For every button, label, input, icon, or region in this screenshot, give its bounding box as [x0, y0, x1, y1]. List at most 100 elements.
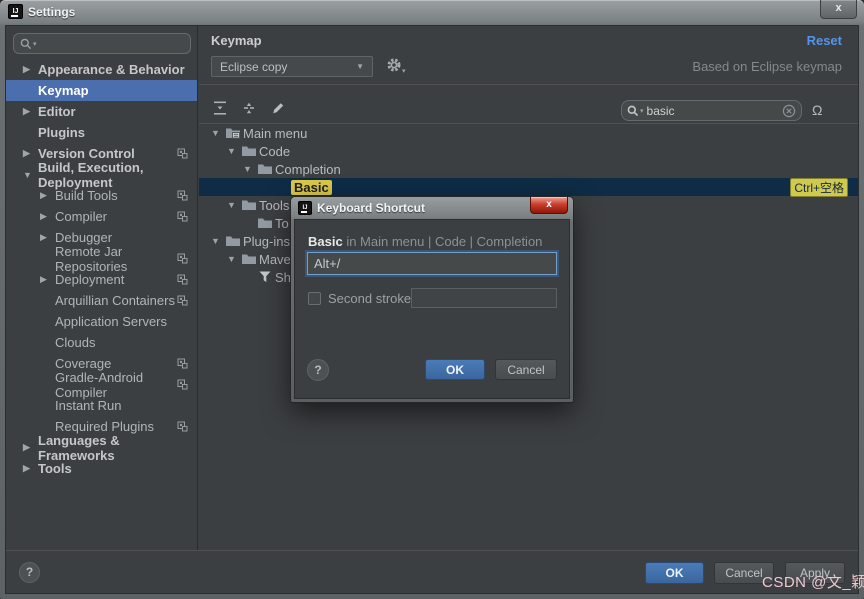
ok-button[interactable]: OK [645, 562, 704, 584]
main-menu-folder-icon [225, 126, 243, 140]
chevron-right-icon[interactable]: ▶ [40, 190, 55, 201]
intellij-logo-icon: IJ [8, 4, 23, 19]
chevron-down-icon[interactable]: ▼ [227, 254, 241, 264]
search-icon [627, 105, 639, 116]
scheme-actions-button[interactable]: ▾ [386, 57, 406, 77]
sidebar-item-application-servers[interactable]: Application Servers [6, 311, 197, 332]
keymap-scheme-select[interactable]: Eclipse copy ▼ [211, 56, 373, 77]
chevron-right-icon[interactable]: ▶ [40, 274, 55, 285]
sidebar-item-label: Deployment [55, 272, 125, 287]
chevron-right-icon[interactable]: ▶ [40, 211, 55, 222]
help-button[interactable]: ? [19, 562, 40, 583]
first-stroke-field[interactable] [307, 252, 557, 275]
sidebar-item-editor[interactable]: ▶ Editor [6, 101, 197, 122]
sidebar-item-clouds[interactable]: Clouds [6, 332, 197, 353]
tree-row-label: Main menu [243, 125, 308, 141]
window-title: Settings [28, 5, 76, 19]
sidebar-item-label: Keymap [38, 83, 89, 98]
sidebar-item-label: Clouds [55, 335, 96, 350]
dialog-help-button[interactable]: ? [307, 359, 329, 381]
dialog-ok-button[interactable]: OK [425, 359, 485, 380]
second-stroke-input[interactable] [411, 288, 557, 308]
collapse-all-button[interactable] [238, 97, 260, 119]
dialog-cancel-button[interactable]: Cancel [495, 359, 557, 380]
sidebar-item-languages-frameworks[interactable]: ▶ Languages & Frameworks [6, 433, 197, 463]
chevron-down-icon[interactable]: ▼ [227, 146, 241, 156]
gear-icon [387, 58, 401, 72]
tree-row-label: To [275, 215, 289, 231]
chevron-right-icon[interactable]: ▶ [23, 106, 38, 117]
search-filter-arrow-icon[interactable]: ▾ [640, 107, 644, 115]
mini-dropdown-icon: ▾ [402, 68, 406, 75]
chevron-right-icon[interactable]: ▶ [23, 463, 38, 474]
settings-search-input[interactable] [36, 36, 184, 51]
tree-row-label: Code [259, 143, 291, 159]
tree-row-main-menu[interactable]: ▼ Main menu [199, 124, 858, 142]
second-stroke-label: Second stroke: [328, 291, 415, 306]
action-context-label: Basic in Main menu | Code | Completion [308, 234, 542, 249]
sidebar-item-arquillian-containers[interactable]: Arquillian Containers [6, 290, 197, 311]
tree-row-label: Tools [259, 197, 290, 213]
sidebar-item-label: Arquillian Containers [55, 293, 175, 308]
sidebar-item-appearance[interactable]: ▶ Appearance & Behavior [6, 59, 197, 80]
find-actions-by-shortcut-button[interactable]: Ω [812, 102, 822, 118]
sidebar-item-label: Languages & Frameworks [38, 432, 120, 463]
based-on-label: Based on Eclipse keymap [692, 59, 842, 74]
dialog-body: Basic in Main menu | Code | Completion S… [294, 219, 570, 399]
action-path: in Main menu | Code | Completion [346, 234, 543, 249]
project-settings-icon [177, 211, 188, 222]
dialog-title: Keyboard Shortcut [317, 201, 426, 215]
title-bar[interactable]: IJ Settings x [0, 0, 864, 24]
sidebar-item-label: Build, Execution, Deployment [38, 159, 144, 190]
sidebar-item-compiler[interactable]: ▶ Compiler [6, 206, 197, 227]
sidebar-item-gradle-android-compiler[interactable]: Gradle-Android Compiler [6, 370, 197, 400]
csdn-watermark: CSDN @文_颖 [762, 574, 864, 591]
chevron-down-icon[interactable]: ▼ [227, 200, 241, 210]
settings-search-box[interactable]: ▾ [13, 33, 191, 54]
collapse-all-icon [244, 102, 254, 114]
divider [199, 84, 858, 85]
project-settings-icon [177, 379, 188, 390]
chevron-down-icon[interactable]: ▼ [23, 170, 38, 180]
tree-row-label: Plug-ins [243, 233, 290, 249]
settings-sidebar: ▾ ▶ Appearance & Behavior Keymap ▶ Edito… [6, 26, 198, 550]
clear-search-icon[interactable] [782, 104, 796, 118]
second-stroke-checkbox[interactable] [308, 292, 321, 305]
chevron-down-icon[interactable]: ▼ [211, 236, 225, 246]
dialog-close-button[interactable]: x [530, 197, 568, 214]
sidebar-item-label: Compiler [55, 209, 108, 224]
project-settings-icon [177, 274, 188, 285]
dialog-title-bar[interactable]: IJ Keyboard Shortcut x [291, 197, 573, 219]
chevron-right-icon[interactable]: ▶ [23, 442, 38, 453]
sidebar-item-build-execution-deployment[interactable]: ▼ Build, Execution, Deployment [6, 160, 197, 190]
tree-row-code[interactable]: ▼ Code [199, 142, 858, 160]
edit-shortcut-button[interactable] [267, 97, 289, 119]
expand-all-icon [214, 101, 226, 115]
tree-row-basic[interactable]: Basic Ctrl+空格 [199, 177, 858, 197]
window-close-button[interactable]: x [820, 0, 857, 19]
chevron-right-icon[interactable]: ▶ [23, 64, 38, 75]
chevron-right-icon[interactable]: ▶ [40, 232, 55, 243]
tree-row-completion[interactable]: ▼ Completion [199, 160, 858, 178]
project-settings-icon [177, 295, 188, 306]
folder-icon [241, 252, 259, 266]
sidebar-item-plugins[interactable]: Plugins [6, 122, 197, 143]
expand-all-button[interactable] [209, 97, 231, 119]
reset-link[interactable]: Reset [807, 33, 842, 48]
sidebar-item-label: Editor [38, 104, 76, 119]
folder-icon [257, 162, 275, 176]
chevron-right-icon[interactable]: ▶ [23, 148, 38, 159]
shortcut-search-box[interactable]: ▾ [621, 100, 802, 121]
first-stroke-input[interactable] [308, 256, 556, 271]
sidebar-item-label: Remote Jar Repositories [55, 243, 128, 274]
chevron-down-icon[interactable]: ▼ [243, 164, 257, 174]
search-icon [20, 38, 32, 49]
project-settings-icon [177, 358, 188, 369]
sidebar-item-keymap[interactable]: Keymap [6, 80, 197, 101]
keyboard-shortcut-dialog: IJ Keyboard Shortcut x Basic in Main men… [291, 197, 573, 402]
shortcut-search-input[interactable] [646, 103, 782, 118]
sidebar-item-label: Tools [38, 461, 72, 476]
chevron-down-icon[interactable]: ▼ [211, 128, 225, 138]
sidebar-item-remote-jar-repositories[interactable]: Remote Jar Repositories [6, 244, 197, 274]
shortcut-chip: Ctrl+空格 [790, 177, 848, 197]
